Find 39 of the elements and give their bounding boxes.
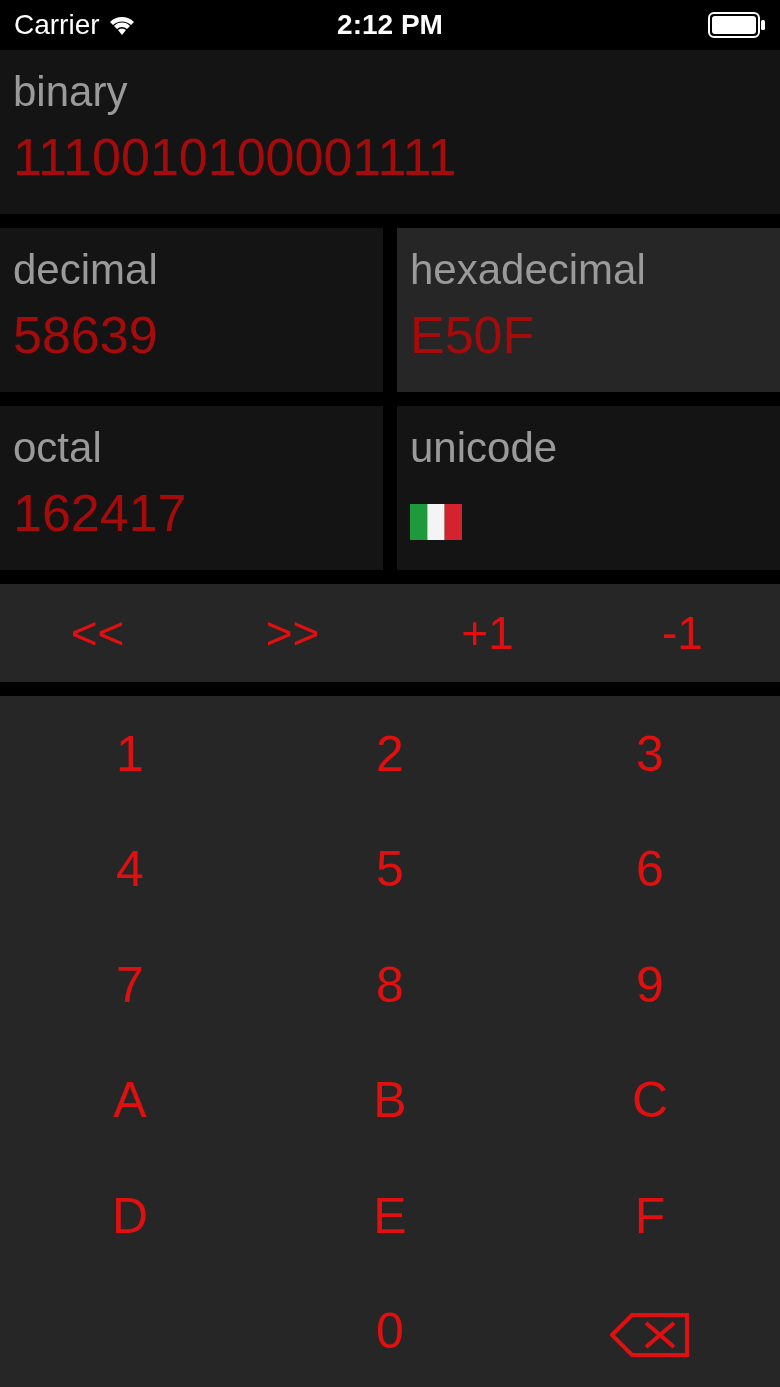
field-label: binary [13, 67, 129, 117]
backspace-icon [610, 1312, 690, 1359]
key-button[interactable]: 1 [116, 723, 144, 784]
field-label: unicode [410, 423, 559, 473]
number-panel[interactable]: unicode [397, 406, 780, 570]
key-button[interactable]: 5 [376, 839, 404, 900]
key-button[interactable]: 0 [376, 1301, 404, 1362]
key-button[interactable]: B [373, 1070, 407, 1131]
field-value: E50F [410, 305, 536, 366]
number-panel[interactable]: octal 162417 [0, 406, 383, 570]
key-button[interactable]: C [631, 1070, 669, 1131]
field-value: 1110010100001111 [13, 127, 458, 188]
key-button[interactable]: F [634, 1185, 666, 1246]
operation-button[interactable]: << [0, 584, 195, 682]
field-label: hexadecimal [410, 245, 647, 295]
field-value: 162417 [13, 483, 188, 544]
key-button[interactable]: A [113, 1070, 147, 1131]
key-button[interactable]: 7 [116, 954, 144, 1015]
key-button[interactable]: 2 [376, 723, 404, 784]
key-button[interactable]: 4 [116, 839, 144, 900]
key-button[interactable]: 8 [376, 954, 404, 1015]
battery-icon [708, 12, 766, 38]
status-time: 2:12 PM [336, 8, 444, 42]
operation-button[interactable]: -1 [585, 584, 780, 682]
number-panel[interactable]: decimal 58639 [0, 228, 383, 392]
key-button[interactable]: 3 [636, 723, 664, 784]
operation-button[interactable]: +1 [390, 584, 585, 682]
key-button[interactable]: E [373, 1185, 407, 1246]
flag-icon [410, 504, 462, 541]
number-panel[interactable]: hexadecimal E50F [397, 228, 780, 392]
operation-button[interactable]: >> [195, 584, 390, 682]
key-button[interactable]: D [111, 1185, 149, 1246]
field-label: octal [13, 423, 103, 473]
key-button[interactable]: 6 [636, 839, 664, 900]
field-label: decimal [13, 245, 159, 295]
field-value: 58639 [13, 305, 159, 366]
binary-panel[interactable]: binary 1110010100001111 [0, 50, 780, 214]
key-button[interactable]: 9 [636, 954, 664, 1015]
carrier-name: Carrier [14, 8, 100, 42]
